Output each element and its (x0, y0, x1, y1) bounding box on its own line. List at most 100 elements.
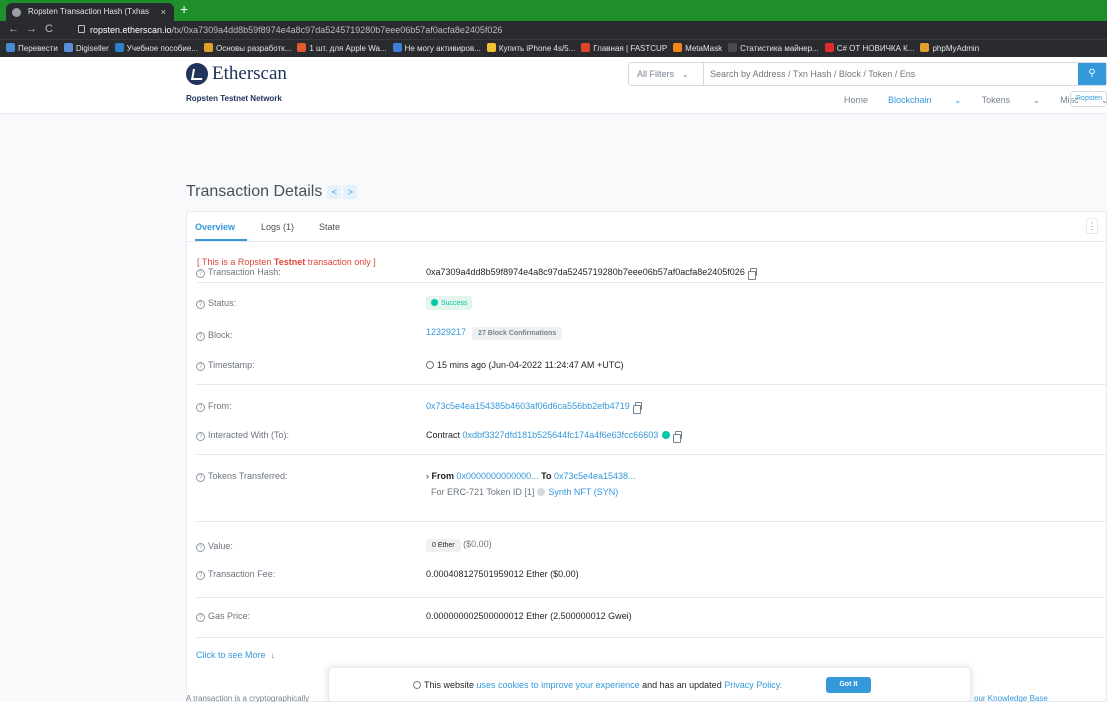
detail-rows: ? Transaction Hash: 0xa7309a4dd8b59f8974e… (186, 211, 1107, 702)
back-icon[interactable]: ← (8, 23, 19, 35)
status-badge: Success (426, 296, 473, 310)
value-label-text: Value: (208, 541, 233, 551)
value-value: 0 Ether ($0.00) (426, 539, 492, 552)
token-to-link[interactable]: 0x73c5e4ea15438... (554, 471, 636, 481)
search-icon: ⚲ (1088, 68, 1096, 79)
bookmark-item[interactable]: Не могу активиров... (392, 40, 481, 57)
bookmark-item[interactable]: Основы разработк... (203, 40, 291, 57)
bookmark-item[interactable]: Учебное пособие... (114, 40, 198, 57)
new-tab-button[interactable]: + (180, 1, 188, 17)
privacy-policy-link[interactable]: Privacy Policy. (724, 680, 782, 690)
fee-value: 0.000408127501959012 Ether ($0.00) (426, 569, 579, 579)
bookmarks-bar: Перевести Digiseller Учебное пособие... Осн… (0, 39, 1107, 57)
page-title: Transaction Details (186, 183, 323, 200)
browser-tab[interactable]: Ropsten Transaction Hash (Txhas × (6, 3, 174, 21)
bookmark-label: MetaMask (685, 44, 723, 53)
to-label-text: Interacted With (To): (208, 430, 290, 440)
timestamp-label: ? Timestamp: (196, 360, 255, 371)
tab-close-icon[interactable]: × (161, 3, 166, 21)
block-link[interactable]: 12329217 (426, 327, 466, 337)
arrow-down-icon: ↓ (270, 650, 276, 660)
nav-tokens-label: Tokens (981, 95, 1011, 105)
token-to-word: To (541, 471, 552, 481)
timestamp-label-text: Timestamp: (208, 360, 255, 370)
footer-note: A transaction is a cryptographically (186, 694, 310, 702)
url-field[interactable]: ropsten.etherscan.io/tx/0xa7309a4dd8b59f… (90, 25, 502, 35)
bookmark-label: C# ОТ НОВИЧКА К... (836, 44, 915, 53)
logo-text: Etherscan (212, 63, 287, 84)
knowledge-base-link[interactable]: our Knowledge Base (974, 694, 1048, 702)
contract-address-link[interactable]: 0xdbf3327dfd181b525644fc174a4f6e63fcc666… (463, 430, 659, 440)
block-value: 12329217 27 Block Confirmations (426, 327, 563, 340)
timestamp-value: 15 mins ago (Jun-04-2022 11:24:47 AM +UT… (426, 360, 624, 370)
bookmark-favicon-icon (297, 43, 307, 52)
to-label: ? Interacted With (To): (196, 430, 289, 441)
help-icon: ? (196, 300, 205, 309)
filter-select[interactable]: All Filters ⌄ (629, 63, 704, 85)
bookmark-item[interactable]: Главная | FASTCUP (581, 40, 667, 57)
search-button[interactable]: ⚲ (1078, 63, 1106, 85)
bookmark-label: Перевести (18, 44, 58, 53)
bookmark-item[interactable]: Digiseller (63, 40, 109, 57)
tab-favicon-icon (12, 8, 21, 17)
browser-tab-bar: Ropsten Transaction Hash (Txhas × + (0, 0, 1107, 21)
network-switcher[interactable]: Ropsten (1070, 91, 1107, 107)
bookmark-item[interactable]: Статистика майнер... (728, 40, 819, 57)
bookmark-item[interactable]: 1 шт. для Apple Wa... (297, 40, 387, 57)
status-label: ? Status: (196, 298, 236, 309)
url-host: ropsten.etherscan.io (90, 25, 172, 35)
hash-text: 0xa7309a4dd8b59f8974e4a8c97da5245719280b… (426, 267, 745, 277)
from-label: ? From: (196, 401, 232, 412)
tokens-label-text: Tokens Transferred: (208, 471, 288, 481)
block-label: ? Block: (196, 330, 233, 341)
divider (196, 384, 1107, 385)
see-more-link[interactable]: Click to see More ↓ (196, 650, 275, 660)
got-it-button[interactable]: Got It (826, 677, 871, 693)
main-nav: Home Blockchain ⌄ Tokens ⌄ Misc ⌄ (844, 95, 1107, 106)
cookie-policy-link[interactable]: uses cookies to improve your experience (477, 680, 640, 690)
bookmark-item[interactable]: phpMyAdmin (920, 40, 979, 57)
copy-icon[interactable] (673, 431, 683, 443)
bookmark-favicon-icon (392, 43, 402, 52)
copy-icon[interactable] (632, 402, 642, 414)
bookmark-label: 1 шт. для Apple Wa... (309, 44, 387, 53)
token-from-link[interactable]: 0x0000000000000... (457, 471, 539, 481)
token-name-link[interactable]: Synth NFT (SYN) (548, 487, 618, 497)
bookmark-item[interactable]: Купить iPhone 4s/5... (486, 40, 575, 57)
cookie-pre: This website (424, 680, 477, 690)
bookmark-favicon-icon (920, 43, 930, 52)
from-value: 0x73c5e4ea154385b4603af06d6ca556bb2efb47… (426, 401, 642, 414)
token-id-line: For ERC-721 Token ID [1] Synth NFT (SYN) (431, 487, 618, 497)
gas-label: ? Gas Price: (196, 611, 250, 622)
etherscan-logo[interactable]: Etherscan (186, 63, 287, 85)
token-icon (537, 488, 546, 496)
token-from-word: From (431, 471, 455, 481)
bookmark-item[interactable]: MetaMask (673, 40, 722, 57)
tab-title: Ropsten Transaction Hash (Txhas (28, 7, 149, 16)
tx-pager: < > (327, 185, 358, 199)
site-header: Etherscan Ropsten Testnet Network All Fi… (0, 57, 1107, 114)
value-label: ? Value: (196, 541, 233, 552)
nav-blockchain[interactable]: Blockchain ⌄ (888, 95, 962, 106)
bookmark-item[interactable]: C# ОТ НОВИЧКА К... (824, 40, 915, 57)
from-address-link[interactable]: 0x73c5e4ea154385b4603af06d6ca556bb2efb47… (426, 401, 630, 411)
next-tx-button[interactable]: > (343, 185, 358, 199)
token-transfer-line: › From 0x0000000000000... To 0x73c5e4ea1… (426, 471, 636, 481)
help-icon: ? (196, 332, 205, 341)
reload-icon[interactable]: C (45, 23, 53, 35)
forward-icon[interactable]: → (26, 23, 37, 35)
bookmark-item[interactable]: Перевести (6, 40, 58, 57)
bookmark-label: Учебное пособие... (126, 44, 198, 53)
search-input[interactable] (704, 63, 1078, 85)
nav-tokens[interactable]: Tokens ⌄ (982, 95, 1041, 106)
tokens-label: ? Tokens Transferred: (196, 471, 288, 482)
status-label-text: Status: (208, 298, 237, 308)
divider (196, 637, 1107, 638)
copy-icon[interactable] (747, 268, 757, 280)
value-badge: 0 Ether (426, 539, 461, 552)
help-icon: ? (196, 269, 205, 278)
nav-home[interactable]: Home (844, 95, 868, 106)
verified-check-icon (662, 431, 671, 439)
prev-tx-button[interactable]: < (327, 185, 342, 199)
cookie-banner: This website uses cookies to improve you… (328, 667, 971, 702)
